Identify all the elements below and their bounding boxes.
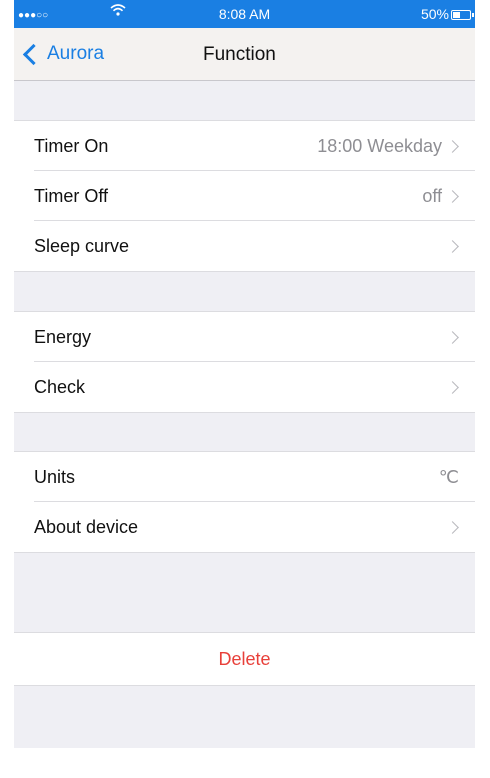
chevron-right-icon <box>446 330 459 344</box>
status-time: 8:08 AM <box>218 6 271 22</box>
page-title: Function <box>203 44 276 65</box>
row-label: Sleep curve <box>34 235 130 256</box>
row-timer-on[interactable]: Timer On 18:00 Weekday <box>14 121 475 171</box>
phone-frame: ●●●○○ 8:08 AM 50% Aurora Function Timer … <box>0 0 490 778</box>
screen: ●●●○○ 8:08 AM 50% Aurora Function Timer … <box>14 0 475 748</box>
delete-label: Delete <box>218 648 271 669</box>
back-label: Aurora <box>47 43 105 64</box>
row-units[interactable]: Units ℃ <box>14 452 475 502</box>
chevron-right-icon <box>446 239 459 253</box>
row-timer-off[interactable]: Timer Off off <box>14 171 475 221</box>
units-value: ℃ <box>438 466 459 487</box>
row-label: Timer On <box>34 135 109 156</box>
settings-group-timers: Timer On 18:00 Weekday Timer Off off Sle… <box>14 120 475 272</box>
chevron-right-icon <box>446 189 459 203</box>
row-label: Units <box>34 466 76 487</box>
status-bar: ●●●○○ 8:08 AM 50% <box>14 0 475 28</box>
row-sleep-curve[interactable]: Sleep curve <box>14 221 475 271</box>
chevron-left-icon <box>22 43 45 65</box>
row-check[interactable]: Check <box>14 362 475 412</box>
row-label: Timer Off <box>34 185 109 206</box>
navigation-bar: Aurora Function <box>14 28 475 81</box>
row-value: 18:00 Weekday <box>317 135 442 156</box>
battery-icon <box>451 10 474 20</box>
row-label: Check <box>34 376 86 397</box>
row-about-device[interactable]: About device <box>14 502 475 552</box>
row-label: About device <box>34 516 139 537</box>
row-value: off <box>422 185 442 206</box>
battery-percent: 50% <box>420 6 449 22</box>
row-label: Energy <box>34 326 92 347</box>
chevron-right-icon <box>446 139 459 153</box>
settings-group-energy: Energy Check <box>14 311 475 413</box>
chevron-right-icon <box>446 520 459 534</box>
delete-button[interactable]: Delete <box>14 632 475 686</box>
row-energy[interactable]: Energy <box>14 312 475 362</box>
settings-group-device: Units ℃ About device <box>14 451 475 553</box>
back-button[interactable]: Aurora <box>22 40 104 68</box>
chevron-right-icon <box>446 380 459 394</box>
